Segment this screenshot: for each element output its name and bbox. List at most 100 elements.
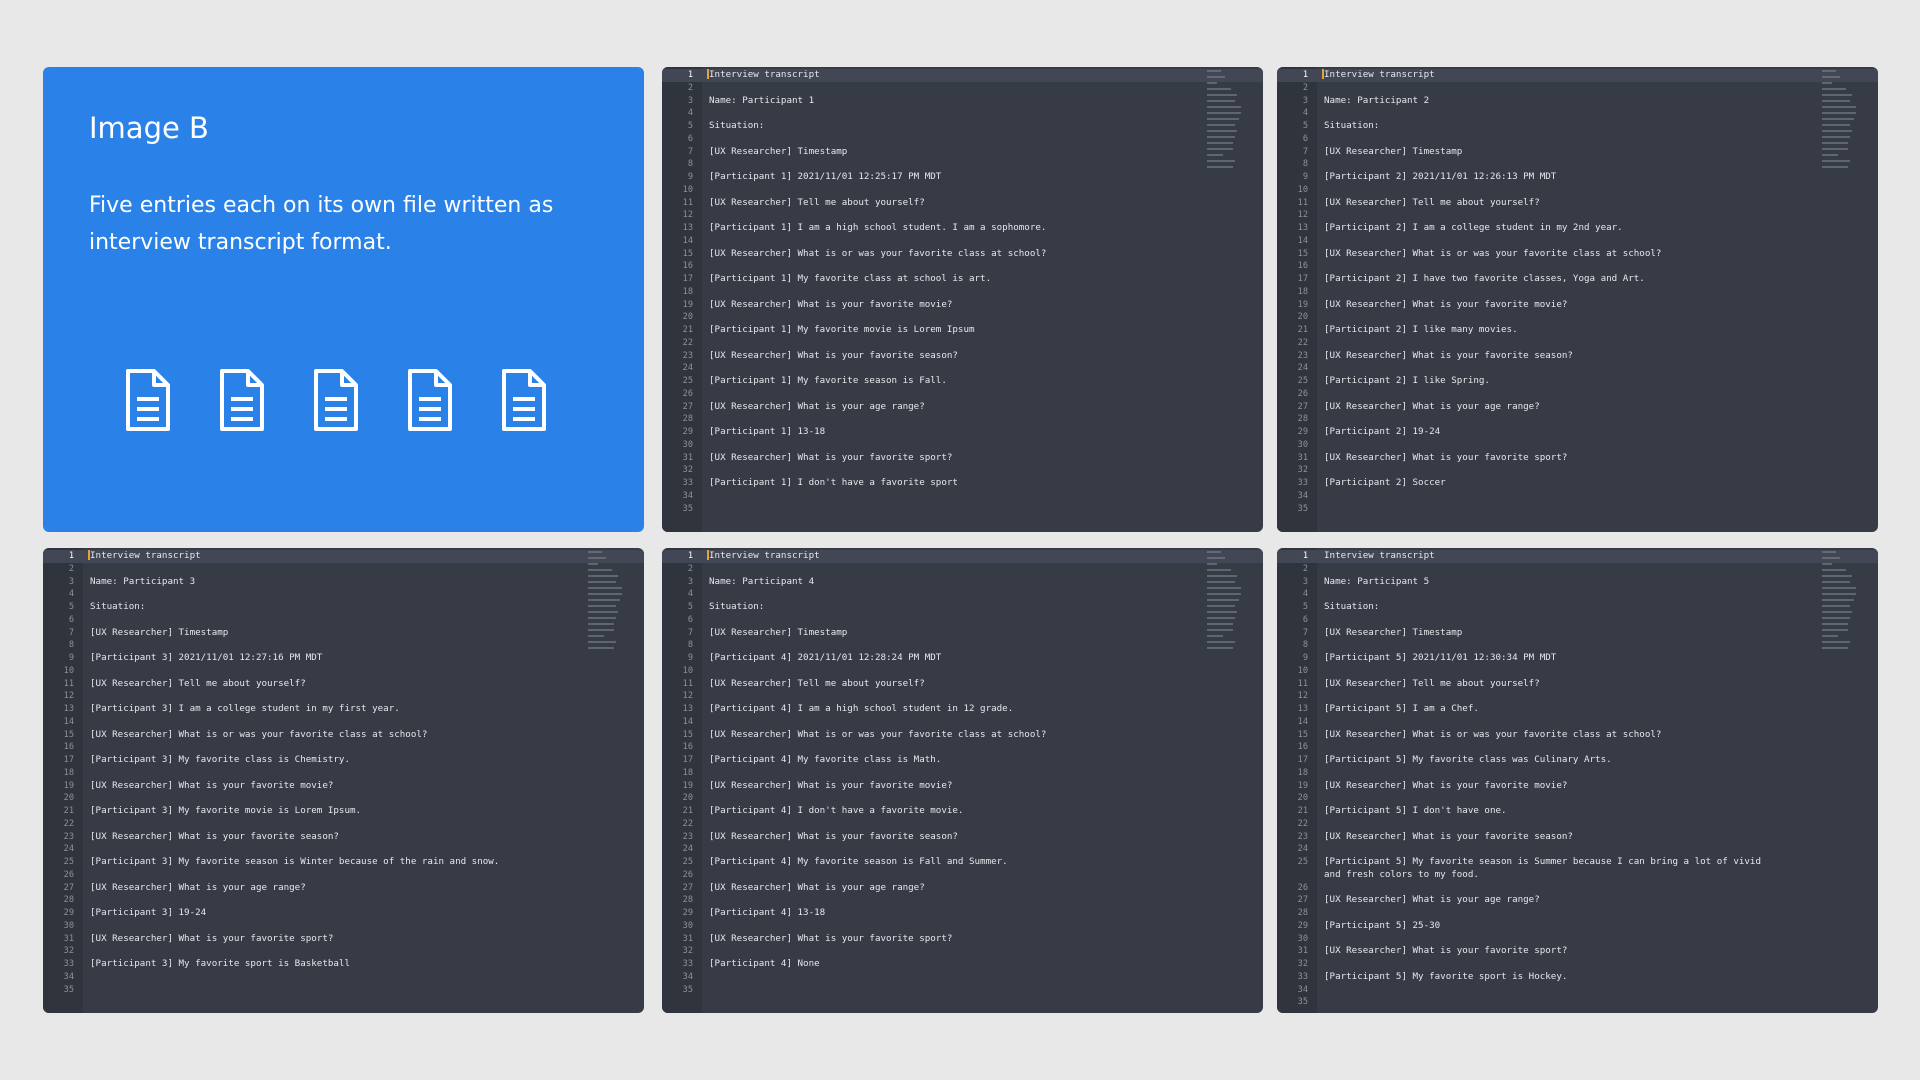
editor-line[interactable]: 24: [1277, 843, 1878, 856]
editor-line[interactable]: 2: [662, 82, 1263, 95]
editor-line[interactable]: 34: [1277, 490, 1878, 503]
editor-line[interactable]: 8: [1277, 158, 1878, 171]
editor-line[interactable]: 30: [662, 920, 1263, 933]
editor-line[interactable]: 28: [1277, 907, 1878, 920]
editor-line[interactable]: 33 [Participant 4] None: [662, 958, 1263, 971]
editor-line[interactable]: 35: [1277, 503, 1878, 516]
editor-line[interactable]: 33 [Participant 1] I don't have a favorit…: [662, 477, 1263, 490]
editor-line[interactable]: 26: [1277, 388, 1878, 401]
editor-line[interactable]: 11 [UX Researcher] Tell me about yourself…: [662, 197, 1263, 210]
editor-line[interactable]: 29 [Participant 4] 13-18: [662, 907, 1263, 920]
editor-line[interactable]: 1 Interview transcript: [662, 550, 1263, 563]
editor-line[interactable]: 4: [1277, 107, 1878, 120]
editor-line[interactable]: 13 [Participant 3] I am a college student…: [43, 703, 644, 716]
editor-line[interactable]: 23 [UX Researcher] What is your favorite …: [662, 831, 1263, 844]
editor-line[interactable]: 35: [662, 984, 1263, 997]
editor-line[interactable]: 3 Name: Participant 4: [662, 576, 1263, 589]
editor-participant-1[interactable]: 1 Interview transcript 2 3 Name: Participant…: [662, 67, 1263, 532]
editor-line[interactable]: 25 [Participant 4] My favorite season is …: [662, 856, 1263, 869]
editor-line[interactable]: 16: [43, 741, 644, 754]
editor-line[interactable]: 33 [Participant 3] My favorite sport is B…: [43, 958, 644, 971]
editor-line[interactable]: 25 [Participant 1] My favorite season is …: [662, 375, 1263, 388]
editor-line[interactable]: 25 [Participant 3] My favorite season is …: [43, 856, 644, 869]
editor-line[interactable]: 7 [UX Researcher] Timestamp: [662, 146, 1263, 159]
editor-line[interactable]: 18: [43, 767, 644, 780]
editor-line[interactable]: 16: [1277, 741, 1878, 754]
editor-line[interactable]: 1 Interview transcript: [1277, 69, 1878, 82]
editor-line[interactable]: 3 Name: Participant 2: [1277, 95, 1878, 108]
editor-line[interactable]: 29 [Participant 1] 13-18: [662, 426, 1263, 439]
editor-line[interactable]: 6: [662, 614, 1263, 627]
editor-line[interactable]: 35: [662, 503, 1263, 516]
editor-line[interactable]: 23 [UX Researcher] What is your favorite …: [662, 350, 1263, 363]
editor-line[interactable]: 4: [43, 588, 644, 601]
editor-line[interactable]: 34: [662, 490, 1263, 503]
editor-line[interactable]: 17 [Participant 3] My favorite class is C…: [43, 754, 644, 767]
editor-line[interactable]: 35: [1277, 996, 1878, 1009]
editor-line[interactable]: 10: [43, 665, 644, 678]
editor-line[interactable]: 32: [662, 945, 1263, 958]
editor-line[interactable]: 19 [UX Researcher] What is your favorite …: [1277, 780, 1878, 793]
editor-line[interactable]: 17 [Participant 4] My favorite class is M…: [662, 754, 1263, 767]
editor-line[interactable]: 5 Situation:: [662, 601, 1263, 614]
editor-line[interactable]: 16: [662, 741, 1263, 754]
editor-line[interactable]: 4: [662, 107, 1263, 120]
editor-line[interactable]: 6: [662, 133, 1263, 146]
editor-line[interactable]: 29 [Participant 5] 25-30: [1277, 920, 1878, 933]
editor-line[interactable]: 19 [UX Researcher] What is your favorite …: [662, 780, 1263, 793]
editor-line[interactable]: 14: [43, 716, 644, 729]
editor-line[interactable]: 21 [Participant 2] I like many movies.: [1277, 324, 1878, 337]
editor-line[interactable]: 2: [43, 563, 644, 576]
editor-line[interactable]: 5 Situation:: [43, 601, 644, 614]
minimap[interactable]: [1822, 551, 1856, 650]
editor-line[interactable]: 24: [662, 843, 1263, 856]
editor-line[interactable]: 28: [662, 413, 1263, 426]
editor-participant-2[interactable]: 1 Interview transcript 2 3 Name: Participant…: [1277, 67, 1878, 532]
editor-line[interactable]: 6: [1277, 614, 1878, 627]
editor-line[interactable]: 26: [662, 869, 1263, 882]
editor-line[interactable]: 11 [UX Researcher] Tell me about yourself…: [1277, 678, 1878, 691]
editor-line[interactable]: 31 [UX Researcher] What is your favorite …: [662, 452, 1263, 465]
editor-line[interactable]: 27 [UX Researcher] What is your age range…: [1277, 894, 1878, 907]
editor-line[interactable]: 30: [43, 920, 644, 933]
editor-line[interactable]: 24: [662, 362, 1263, 375]
editor-line[interactable]: 28: [1277, 413, 1878, 426]
editor-text-area[interactable]: 1 Interview transcript 2 3 Name: Participant…: [43, 550, 644, 996]
editor-line[interactable]: 33 [Participant 2] Soccer: [1277, 477, 1878, 490]
editor-line[interactable]: 22: [43, 818, 644, 831]
editor-line[interactable]: 30: [1277, 933, 1878, 946]
editor-line[interactable]: 8: [662, 158, 1263, 171]
editor-line[interactable]: 22: [1277, 337, 1878, 350]
editor-line[interactable]: 3 Name: Participant 3: [43, 576, 644, 589]
editor-line[interactable]: 5 Situation:: [1277, 601, 1878, 614]
editor-line[interactable]: 14: [662, 235, 1263, 248]
minimap[interactable]: [1822, 70, 1856, 169]
editor-line[interactable]: 12: [43, 690, 644, 703]
editor-line[interactable]: 27 [UX Researcher] What is your age range…: [662, 882, 1263, 895]
editor-line[interactable]: 25 [Participant 2] I like Spring.: [1277, 375, 1878, 388]
editor-line[interactable]: 33 [Participant 5] My favorite sport is H…: [1277, 971, 1878, 984]
editor-line[interactable]: 25 [Participant 5] My favorite season is …: [1277, 856, 1878, 882]
editor-line[interactable]: 5 Situation:: [662, 120, 1263, 133]
editor-line[interactable]: 21 [Participant 5] I don't have one.: [1277, 805, 1878, 818]
editor-line[interactable]: 24: [43, 843, 644, 856]
editor-line[interactable]: 2: [662, 563, 1263, 576]
editor-line[interactable]: 23 [UX Researcher] What is your favorite …: [1277, 831, 1878, 844]
minimap[interactable]: [588, 551, 622, 650]
editor-line[interactable]: 4: [1277, 588, 1878, 601]
editor-line[interactable]: 32: [1277, 464, 1878, 477]
editor-line[interactable]: 12: [1277, 209, 1878, 222]
editor-line[interactable]: 20: [1277, 792, 1878, 805]
editor-line[interactable]: 19 [UX Researcher] What is your favorite …: [1277, 299, 1878, 312]
editor-line[interactable]: 29 [Participant 3] 19-24: [43, 907, 644, 920]
editor-line[interactable]: 17 [Participant 1] My favorite class at s…: [662, 273, 1263, 286]
editor-line[interactable]: 13 [Participant 4] I am a high school stu…: [662, 703, 1263, 716]
editor-line[interactable]: 23 [UX Researcher] What is your favorite …: [1277, 350, 1878, 363]
editor-line[interactable]: 34: [662, 971, 1263, 984]
editor-line[interactable]: 31 [UX Researcher] What is your favorite …: [662, 933, 1263, 946]
editor-line[interactable]: 14: [662, 716, 1263, 729]
editor-line[interactable]: 21 [Participant 4] I don't have a favorit…: [662, 805, 1263, 818]
editor-participant-4[interactable]: 1 Interview transcript 2 3 Name: Participant…: [662, 548, 1263, 1013]
editor-line[interactable]: 12: [662, 209, 1263, 222]
minimap[interactable]: [1207, 551, 1241, 650]
